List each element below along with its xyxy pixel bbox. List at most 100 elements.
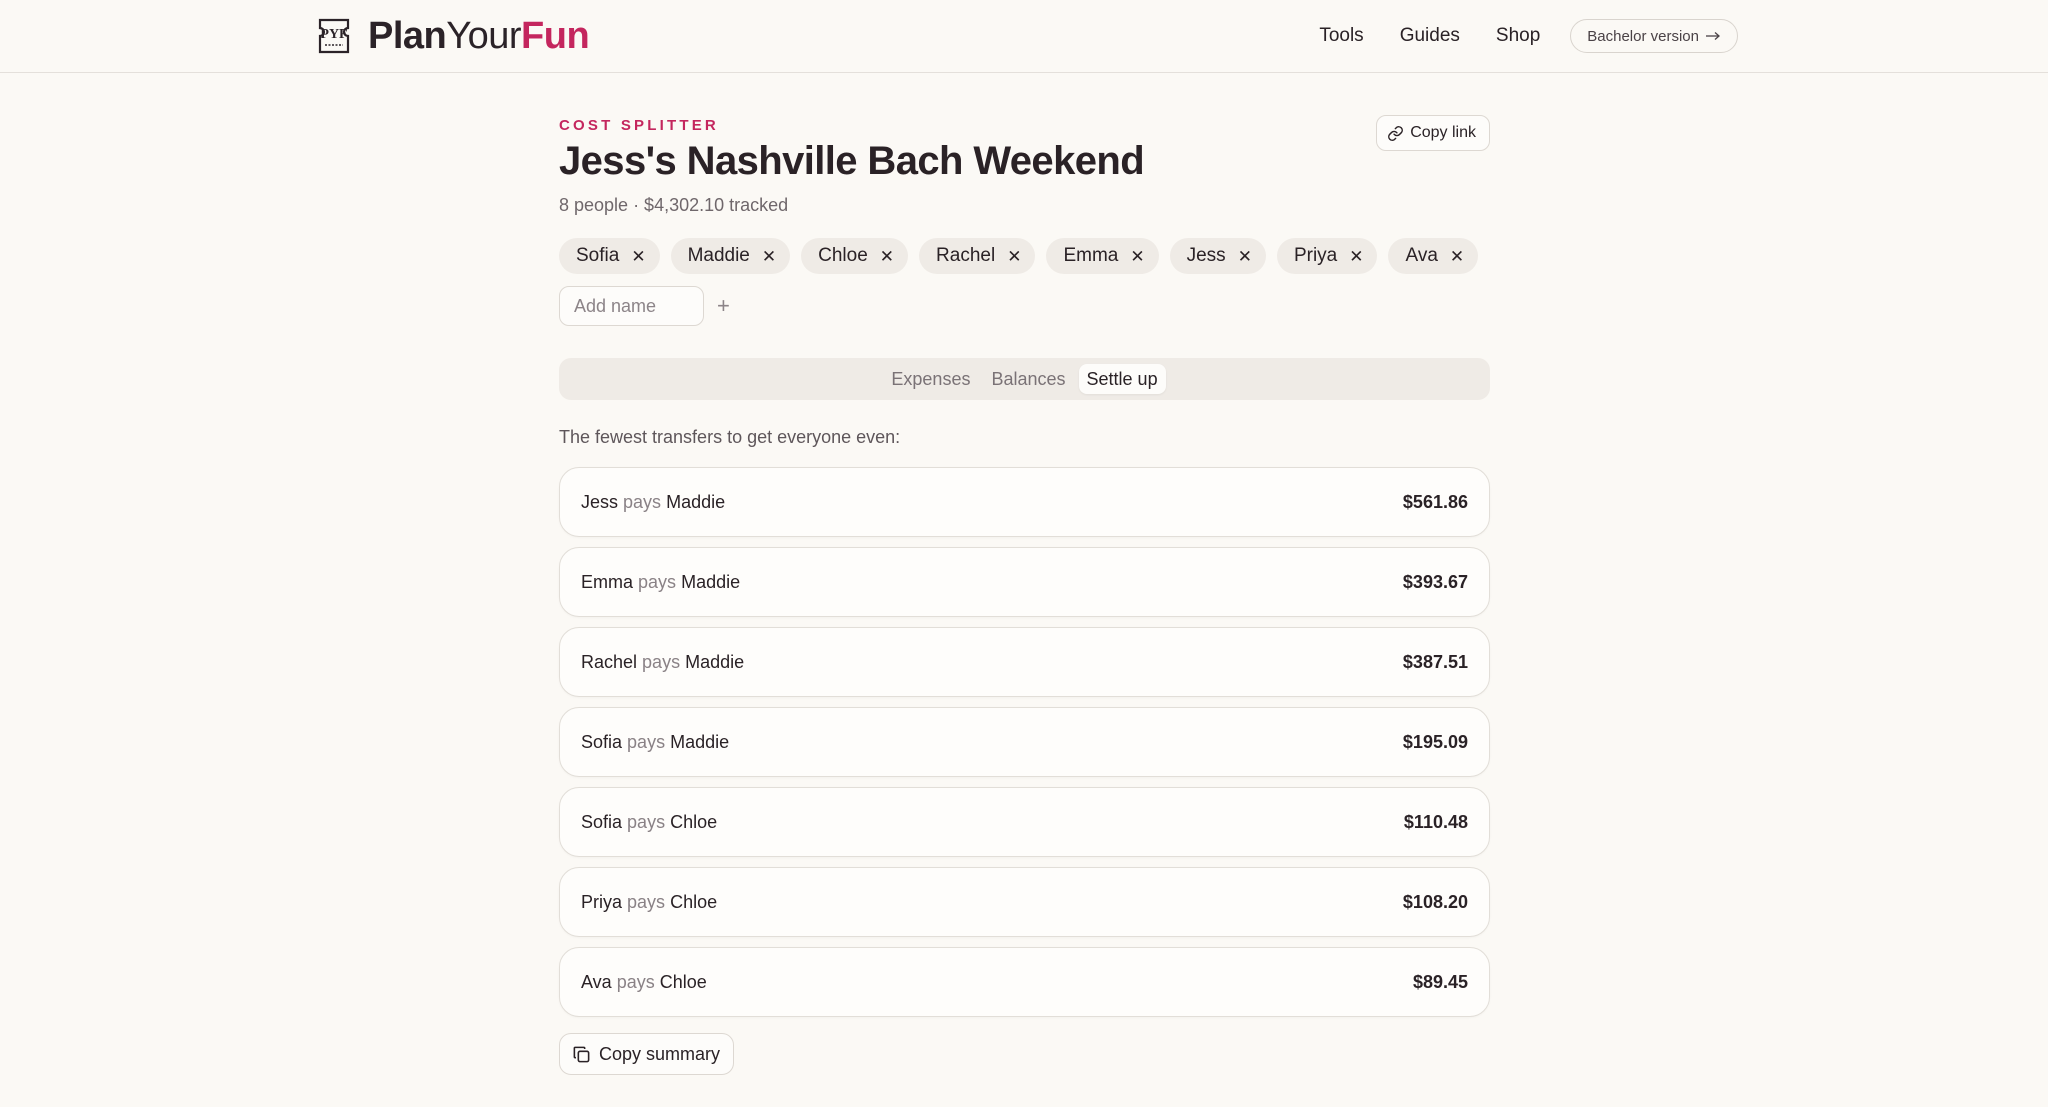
nav-link-guides[interactable]: Guides xyxy=(1400,25,1460,47)
copy-summary-button[interactable]: Copy summary xyxy=(559,1033,735,1075)
tool-eyebrow: COST SPLITTER xyxy=(559,117,719,134)
person-chip-emma: Emma ✕ xyxy=(1046,238,1159,274)
transfer-row: Rachel pays Maddie $387.51 xyxy=(559,627,1490,697)
pays-verb: pays xyxy=(627,731,666,752)
nav-link-tools[interactable]: Tools xyxy=(1319,25,1363,47)
bachelor-version-label: Bachelor version xyxy=(1587,27,1699,45)
payee-name: Maddie xyxy=(681,571,741,592)
tab-balances[interactable]: Balances xyxy=(983,364,1073,394)
payer-name: Emma xyxy=(581,571,634,592)
person-chip-label: Maddie xyxy=(687,245,750,266)
brand-your: Your xyxy=(446,15,522,57)
payee-name: Chloe xyxy=(659,971,707,992)
payer-name: Jess xyxy=(581,491,619,512)
person-chip-label: Chloe xyxy=(818,245,868,266)
tab-expenses[interactable]: Expenses xyxy=(883,364,978,394)
transfer-amount: $108.20 xyxy=(1402,891,1468,912)
remove-person-icon[interactable]: ✕ xyxy=(762,248,776,265)
transfer-description: Emma pays Maddie xyxy=(581,572,740,593)
transfer-description: Jess pays Maddie xyxy=(581,492,725,513)
transfer-description: Sofia pays Chloe xyxy=(581,812,717,833)
brand-logo[interactable]: PYF PlanYourFun xyxy=(312,14,590,58)
transfer-row: Sofia pays Chloe $110.48 xyxy=(559,787,1490,857)
person-chip-chloe: Chloe ✕ xyxy=(801,238,909,274)
trip-summary: 8 people · $4,302.10 tracked xyxy=(559,195,789,215)
people-chips: Sofia ✕ Maddie ✕ Chloe ✕ Rachel ✕ Emma ✕ Jess ✕ Priy… xyxy=(559,238,1489,274)
transfer-amount: $195.09 xyxy=(1402,731,1468,752)
pays-verb: pays xyxy=(623,491,662,512)
brand-wordmark: PlanYourFun xyxy=(368,14,590,58)
copy-link-label: Copy link xyxy=(1410,124,1476,141)
add-person-icon[interactable]: + xyxy=(717,293,730,319)
person-chip-label: Rachel xyxy=(936,245,996,266)
transfer-row: Priya pays Chloe $108.20 xyxy=(559,867,1490,937)
remove-person-icon[interactable]: ✕ xyxy=(1007,248,1021,265)
remove-person-icon[interactable]: ✕ xyxy=(1450,248,1464,265)
transfer-description: Sofia pays Maddie xyxy=(581,732,729,753)
logo-mark-icon: PYF xyxy=(318,18,350,54)
settle-intro: The fewest transfers to get everyone eve… xyxy=(559,427,901,447)
remove-person-icon[interactable]: ✕ xyxy=(880,248,894,265)
transfer-description: Priya pays Chloe xyxy=(581,892,717,913)
remove-person-icon[interactable]: ✕ xyxy=(1238,248,1252,265)
person-chip-label: Ava xyxy=(1405,245,1438,266)
person-chip-jess: Jess ✕ xyxy=(1169,238,1266,274)
tab-settle-up[interactable]: Settle up xyxy=(1078,364,1166,394)
transfer-amount: $387.51 xyxy=(1402,651,1468,672)
person-chip-label: Emma xyxy=(1063,245,1119,266)
person-chip-ava: Ava ✕ xyxy=(1388,238,1479,274)
payer-name: Rachel xyxy=(581,651,638,672)
transfer-row: Sofia pays Maddie $195.09 xyxy=(559,707,1490,777)
payer-name: Priya xyxy=(581,891,623,912)
payee-name: Maddie xyxy=(666,491,726,512)
pays-verb: pays xyxy=(642,651,681,672)
pays-verb: pays xyxy=(638,571,677,592)
transfer-description: Ava pays Chloe xyxy=(581,972,707,993)
brand-plan: Plan xyxy=(368,15,447,57)
add-name-input[interactable] xyxy=(559,286,704,326)
transfer-amount: $110.48 xyxy=(1403,811,1468,832)
payee-name: Chloe xyxy=(670,891,718,912)
payee-name: Maddie xyxy=(670,731,730,752)
transfer-description: Rachel pays Maddie xyxy=(581,652,744,673)
remove-person-icon[interactable]: ✕ xyxy=(631,248,645,265)
person-chip-maddie: Maddie ✕ xyxy=(670,238,791,274)
pays-verb: pays xyxy=(627,891,666,912)
transfer-amount: $561.86 xyxy=(1402,491,1468,512)
svg-text:PYF: PYF xyxy=(320,27,347,42)
payee-name: Maddie xyxy=(685,651,745,672)
nav-link-shop[interactable]: Shop xyxy=(1496,25,1540,47)
bachelor-version-button[interactable]: Bachelor version xyxy=(1570,19,1738,53)
payer-name: Sofia xyxy=(581,811,623,832)
person-chip-label: Sofia xyxy=(576,245,620,266)
main-nav: Tools Guides Shop Bachelor version xyxy=(1283,16,1738,56)
remove-person-icon[interactable]: ✕ xyxy=(1130,248,1144,265)
remove-person-icon[interactable]: ✕ xyxy=(1349,248,1363,265)
copy-icon xyxy=(573,1046,590,1062)
link-icon xyxy=(1388,125,1404,141)
person-chip-priya: Priya ✕ xyxy=(1276,238,1378,274)
view-tabs: Expenses Balances Settle up xyxy=(559,358,1490,400)
top-navigation-bar: PYF PlanYourFun Tools Guides Shop Bachel… xyxy=(0,0,2048,73)
person-chip-label: Jess xyxy=(1186,245,1226,266)
arrow-right-icon xyxy=(1706,32,1720,40)
person-chip-rachel: Rachel ✕ xyxy=(919,238,1036,274)
payer-name: Sofia xyxy=(581,731,623,752)
transfer-amount: $89.45 xyxy=(1412,971,1468,992)
transfer-row: Jess pays Maddie $561.86 xyxy=(559,467,1490,537)
transfer-row: Emma pays Maddie $393.67 xyxy=(559,547,1490,617)
payer-name: Ava xyxy=(581,971,612,992)
pays-verb: pays xyxy=(627,811,666,832)
transfer-row: Ava pays Chloe $89.45 xyxy=(559,947,1490,1017)
transfer-amount: $393.67 xyxy=(1402,571,1468,592)
copy-link-button[interactable]: Copy link xyxy=(1376,115,1490,151)
add-person-row: + xyxy=(559,286,730,326)
brand-fun: Fun xyxy=(521,15,590,57)
copy-summary-label: Copy summary xyxy=(599,1043,721,1064)
person-chip-label: Priya xyxy=(1293,245,1338,266)
page-title: Jess's Nashville Bach Weekend xyxy=(559,139,1145,183)
transfer-list: Jess pays Maddie $561.86 Emma pays Maddie $… xyxy=(559,467,1490,1027)
payee-name: Chloe xyxy=(670,811,718,832)
pays-verb: pays xyxy=(616,971,655,992)
person-chip-sofia: Sofia ✕ xyxy=(559,238,660,274)
